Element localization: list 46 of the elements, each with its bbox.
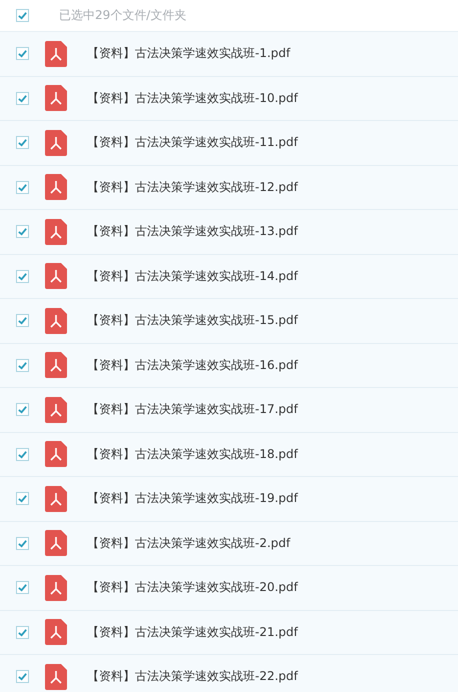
pdf-file-icon	[45, 441, 67, 468]
file-name[interactable]: 【资料】古法决策学速效实战班-16.pdf	[87, 356, 298, 374]
file-name[interactable]: 【资料】古法决策学速效实战班-17.pdf	[87, 401, 298, 418]
checkbox[interactable]	[16, 492, 29, 506]
file-name[interactable]: 【资料】古法决策学速效实战班-13.pdf	[87, 223, 298, 240]
checkbox[interactable]	[16, 225, 29, 238]
file-name[interactable]: 【资料】古法决策学速效实战班-19.pdf	[87, 490, 298, 508]
pdf-file-icon	[45, 218, 67, 245]
pdf-file-icon	[45, 263, 67, 290]
pdf-file-icon	[45, 40, 67, 67]
checkbox[interactable]	[16, 536, 29, 550]
checkbox[interactable]	[16, 670, 29, 684]
pdf-file-icon	[45, 619, 67, 646]
file-name[interactable]: 【资料】古法决策学速效实战班-21.pdf	[87, 624, 298, 641]
checkbox[interactable]	[16, 626, 29, 639]
file-name[interactable]: 【资料】古法决策学速效实战班-15.pdf	[87, 312, 298, 330]
file-name[interactable]: 【资料】古法决策学速效实战班-2.pdf	[87, 534, 290, 552]
checkbox[interactable]	[16, 314, 29, 328]
pdf-file-icon	[45, 352, 67, 378]
checkbox[interactable]	[16, 136, 29, 150]
selection-count: 已选中29个文件/文件夹	[59, 7, 186, 24]
file-name[interactable]: 【资料】古法决策学速效实战班-18.pdf	[87, 446, 298, 463]
pdf-file-icon	[45, 130, 67, 156]
checkbox[interactable]	[16, 9, 29, 22]
pdf-file-icon	[45, 530, 67, 556]
pdf-file-icon	[45, 574, 67, 601]
checkbox[interactable]	[16, 448, 29, 461]
checkbox[interactable]	[16, 180, 29, 194]
pdf-file-icon	[45, 85, 67, 112]
file-name[interactable]: 【资料】古法决策学速效实战班-14.pdf	[87, 268, 298, 285]
checkbox[interactable]	[16, 270, 29, 283]
file-name[interactable]: 【资料】古法决策学速效实战班-22.pdf	[87, 668, 298, 686]
file-name[interactable]: 【资料】古法决策学速效实战班-20.pdf	[87, 579, 298, 596]
pdf-file-icon	[45, 486, 67, 512]
file-name[interactable]: 【资料】古法决策学速效实战班-11.pdf	[87, 134, 298, 152]
file-name[interactable]: 【资料】古法决策学速效实战班-1.pdf	[87, 45, 290, 62]
checkbox[interactable]	[16, 403, 29, 416]
pdf-file-icon	[45, 396, 67, 423]
file-name[interactable]: 【资料】古法决策学速效实战班-10.pdf	[87, 90, 298, 107]
checkbox[interactable]	[16, 47, 29, 60]
checkbox[interactable]	[16, 358, 29, 372]
checkbox[interactable]	[16, 581, 29, 594]
file-name[interactable]: 【资料】古法决策学速效实战班-12.pdf	[87, 178, 298, 196]
pdf-file-icon	[45, 174, 67, 200]
pdf-file-icon	[45, 308, 67, 334]
checkbox[interactable]	[16, 92, 29, 105]
